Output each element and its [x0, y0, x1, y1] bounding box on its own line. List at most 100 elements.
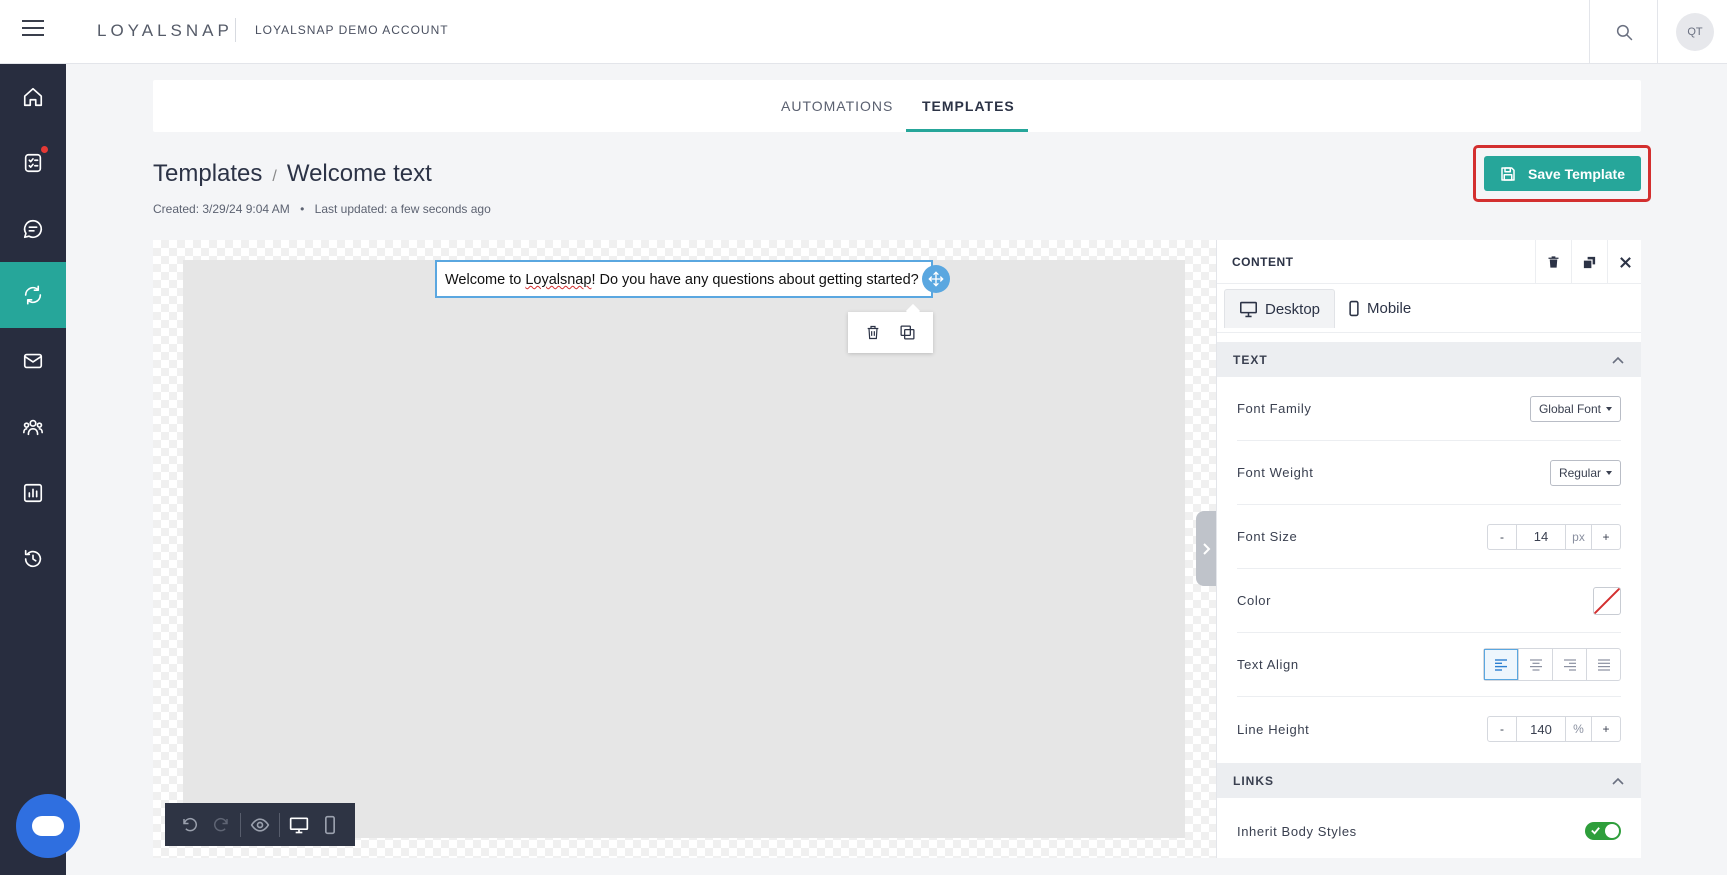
text-section-body: Font Family Global Font Font Weight Regu…	[1217, 377, 1641, 761]
align-justify-button[interactable]	[1586, 649, 1620, 680]
panel-header: CONTENT	[1217, 240, 1641, 284]
sidebar-item-audience[interactable]	[0, 394, 66, 460]
search-button[interactable]	[1589, 0, 1658, 64]
line-height-decrement[interactable]: -	[1488, 717, 1516, 741]
align-center-icon	[1529, 658, 1542, 671]
breadcrumb: Templates / Welcome text	[153, 160, 432, 188]
close-panel-button[interactable]	[1607, 240, 1641, 284]
color-label: Color	[1237, 593, 1272, 608]
save-template-button[interactable]: Save Template	[1484, 156, 1641, 191]
reports-icon	[23, 483, 43, 503]
text-content: Welcome to	[445, 272, 526, 288]
tab-desktop-label: Desktop	[1265, 300, 1321, 318]
mail-icon	[23, 353, 43, 369]
breadcrumb-templates-link[interactable]: Templates	[153, 160, 262, 187]
text-content-misspelled: Loyalsnap	[525, 272, 592, 288]
redo-button[interactable]	[205, 803, 235, 846]
eye-icon	[250, 817, 270, 832]
color-swatch[interactable]	[1593, 586, 1621, 615]
chat-bubble-icon	[32, 816, 64, 836]
line-height-unit: %	[1566, 717, 1592, 741]
save-template-label: Save Template	[1528, 165, 1626, 182]
font-weight-label: Font Weight	[1237, 465, 1314, 480]
sidebar-item-reports[interactable]	[0, 460, 66, 526]
tab-templates[interactable]: TEMPLATES	[922, 98, 1015, 114]
home-icon	[23, 87, 43, 107]
properties-panel: CONTENT Desktop Mobile TEXT Font Family …	[1216, 240, 1641, 858]
device-tabs: Desktop Mobile	[1217, 284, 1641, 333]
sidebar-item-chat[interactable]	[0, 196, 66, 262]
tab-automations[interactable]: AUTOMATIONS	[781, 98, 893, 114]
email-body[interactable]	[183, 260, 1185, 838]
hamburger-menu-icon[interactable]	[22, 20, 44, 38]
mobile-view-button[interactable]	[315, 803, 345, 846]
align-right-button[interactable]	[1552, 649, 1586, 680]
save-icon	[1501, 166, 1515, 181]
avatar[interactable]: QT	[1676, 13, 1714, 51]
sidebar-item-tasks[interactable]	[0, 130, 66, 196]
editor-toolbar	[165, 803, 355, 846]
sidebar-item-automations[interactable]	[0, 262, 66, 328]
line-height-input[interactable]: 140	[1516, 717, 1566, 741]
sidebar-item-history[interactable]	[0, 526, 66, 592]
created-date: Created: 3/29/24 9:04 AM	[153, 202, 290, 216]
divider	[235, 18, 236, 42]
line-height-increment[interactable]: +	[1592, 717, 1620, 741]
delete-content-button[interactable]	[1535, 240, 1571, 284]
desktop-icon	[290, 817, 309, 833]
logo: LOYALSNAP	[97, 21, 233, 40]
template-meta: Created: 3/29/24 9:04 AM • Last updated:…	[153, 202, 491, 216]
tab-desktop[interactable]: Desktop	[1224, 289, 1336, 328]
font-size-input[interactable]: 14	[1516, 524, 1566, 549]
preview-button[interactable]	[245, 803, 275, 846]
font-size-stepper: - 14 px +	[1487, 523, 1621, 550]
support-chat-button[interactable]	[16, 794, 80, 858]
font-weight-select[interactable]: Regular	[1549, 459, 1621, 486]
redo-icon	[213, 817, 228, 831]
text-section-header[interactable]: TEXT	[1217, 342, 1641, 377]
text-section-title: TEXT	[1233, 352, 1268, 367]
history-icon	[24, 549, 42, 568]
close-icon	[1620, 256, 1631, 268]
align-left-button[interactable]	[1484, 649, 1518, 680]
delete-block-icon[interactable]	[865, 324, 881, 341]
meta-bullet: •	[300, 202, 305, 216]
font-size-decrement[interactable]: -	[1488, 525, 1516, 549]
align-right-icon	[1563, 658, 1576, 671]
links-section-header[interactable]: LINKS	[1217, 763, 1641, 798]
account-name: LOYALSNAP DEMO ACCOUNT	[255, 23, 449, 37]
duplicate-content-button[interactable]	[1571, 240, 1607, 284]
mobile-icon	[324, 815, 335, 834]
duplicate-block-icon[interactable]	[899, 324, 916, 341]
editor-canvas	[153, 240, 1217, 858]
inherit-body-styles-toggle[interactable]	[1585, 822, 1621, 840]
font-size-increment[interactable]: +	[1592, 525, 1620, 549]
collapse-panel-button[interactable]	[1196, 511, 1217, 586]
text-block[interactable]: Welcome to Loyalsnap! Do you have any qu…	[435, 260, 933, 298]
sidebar	[0, 64, 66, 875]
move-handle-icon[interactable]	[922, 265, 950, 293]
text-align-row: Text Align	[1237, 633, 1621, 697]
font-size-unit: px	[1566, 524, 1592, 549]
active-tab-indicator	[906, 129, 1028, 132]
block-actions-popover	[848, 312, 933, 353]
undo-button[interactable]	[175, 803, 205, 846]
check-icon	[1591, 827, 1600, 835]
top-bar: LOYALSNAP LOYALSNAP DEMO ACCOUNT QT	[0, 0, 1727, 64]
panel-title: CONTENT	[1232, 255, 1294, 269]
chevron-up-icon	[1612, 777, 1624, 785]
tasks-icon	[24, 153, 42, 173]
chevron-up-icon	[1612, 356, 1624, 364]
copy-icon	[1583, 256, 1596, 268]
tab-mobile[interactable]: Mobile	[1334, 289, 1425, 328]
sidebar-item-email[interactable]	[0, 328, 66, 394]
trash-icon	[1548, 256, 1559, 268]
toolbar-divider	[279, 812, 281, 837]
font-family-select[interactable]: Global Font	[1529, 395, 1621, 422]
align-center-button[interactable]	[1518, 649, 1552, 680]
font-weight-value: Regular	[1558, 465, 1601, 480]
font-size-label: Font Size	[1237, 529, 1298, 544]
sidebar-item-home[interactable]	[0, 64, 66, 130]
tab-bar: AUTOMATIONS TEMPLATES	[153, 80, 1641, 132]
desktop-view-button[interactable]	[284, 803, 314, 846]
